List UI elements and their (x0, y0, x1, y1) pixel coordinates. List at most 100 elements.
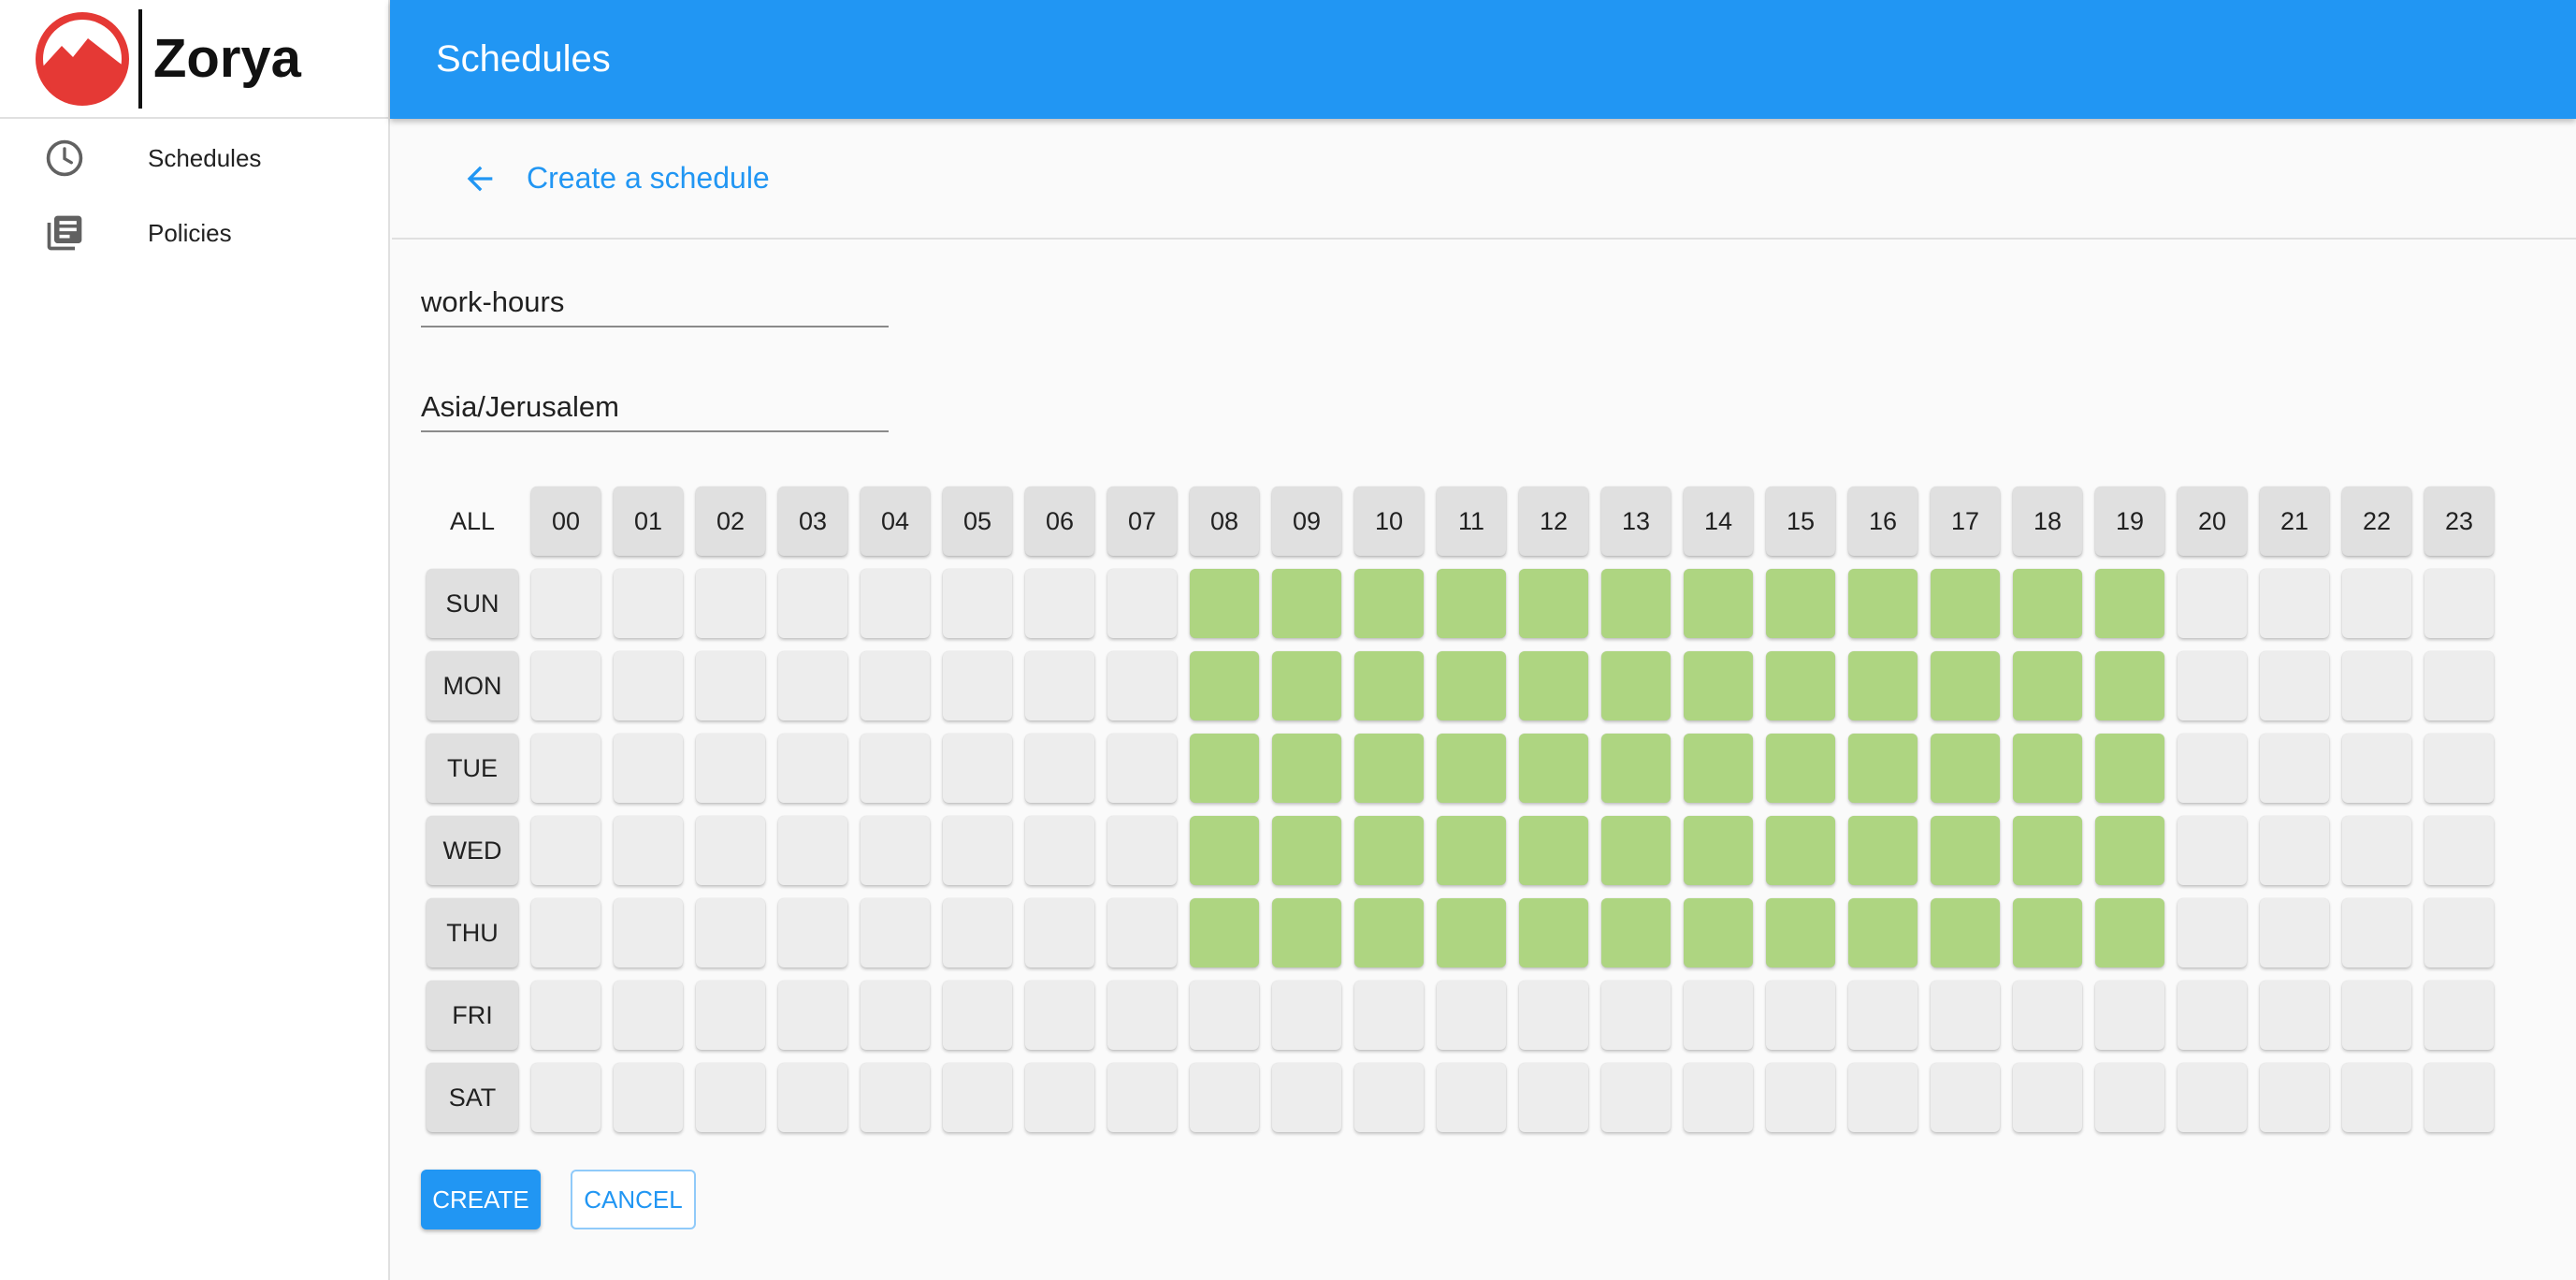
schedule-cell-mon-13-active[interactable] (1601, 651, 1671, 720)
schedule-cell-wed-13-active[interactable] (1601, 816, 1671, 885)
schedule-cell-sun-13-active[interactable] (1601, 569, 1671, 638)
hour-button-03[interactable]: 03 (778, 487, 847, 556)
timezone-input[interactable] (421, 384, 889, 430)
schedule-cell-tue-06-inactive[interactable] (1025, 734, 1094, 803)
hour-button-09[interactable]: 09 (1272, 487, 1341, 556)
schedule-cell-sun-10-active[interactable] (1354, 569, 1424, 638)
schedule-cell-fri-18-inactive[interactable] (2013, 981, 2082, 1050)
schedule-cell-thu-06-inactive[interactable] (1025, 898, 1094, 967)
schedule-cell-mon-06-inactive[interactable] (1025, 651, 1094, 720)
schedule-cell-wed-02-inactive[interactable] (696, 816, 765, 885)
schedule-cell-tue-14-active[interactable] (1684, 734, 1753, 803)
hour-button-06[interactable]: 06 (1025, 487, 1094, 556)
schedule-cell-sun-07-inactive[interactable] (1107, 569, 1177, 638)
schedule-cell-thu-10-active[interactable] (1354, 898, 1424, 967)
schedule-cell-sun-04-inactive[interactable] (861, 569, 930, 638)
schedule-cell-sat-08-inactive[interactable] (1190, 1063, 1259, 1132)
schedule-cell-thu-00-inactive[interactable] (531, 898, 601, 967)
schedule-cell-wed-14-active[interactable] (1684, 816, 1753, 885)
schedule-cell-wed-07-inactive[interactable] (1107, 816, 1177, 885)
schedule-cell-wed-23-inactive[interactable] (2424, 816, 2494, 885)
schedule-cell-mon-10-active[interactable] (1354, 651, 1424, 720)
sidebar-item-policies[interactable]: Policies (0, 196, 388, 270)
schedule-cell-tue-13-active[interactable] (1601, 734, 1671, 803)
day-button-fri[interactable]: FRI (427, 981, 518, 1050)
hour-button-11[interactable]: 11 (1437, 487, 1506, 556)
schedule-cell-fri-12-inactive[interactable] (1519, 981, 1588, 1050)
create-button[interactable]: CREATE (421, 1170, 541, 1229)
hour-button-22[interactable]: 22 (2342, 487, 2411, 556)
schedule-cell-mon-03-inactive[interactable] (778, 651, 847, 720)
hour-button-14[interactable]: 14 (1684, 487, 1753, 556)
schedule-cell-thu-11-active[interactable] (1437, 898, 1506, 967)
hour-button-21[interactable]: 21 (2260, 487, 2329, 556)
schedule-cell-mon-02-inactive[interactable] (696, 651, 765, 720)
schedule-cell-fri-10-inactive[interactable] (1354, 981, 1424, 1050)
schedule-cell-wed-20-inactive[interactable] (2178, 816, 2247, 885)
hour-button-13[interactable]: 13 (1601, 487, 1671, 556)
schedule-cell-sat-06-inactive[interactable] (1025, 1063, 1094, 1132)
schedule-cell-mon-14-active[interactable] (1684, 651, 1753, 720)
schedule-cell-wed-06-inactive[interactable] (1025, 816, 1094, 885)
schedule-cell-sun-19-active[interactable] (2095, 569, 2164, 638)
schedule-cell-mon-22-inactive[interactable] (2342, 651, 2411, 720)
schedule-cell-mon-08-active[interactable] (1190, 651, 1259, 720)
schedule-cell-thu-05-inactive[interactable] (943, 898, 1012, 967)
schedule-cell-fri-05-inactive[interactable] (943, 981, 1012, 1050)
day-button-wed[interactable]: WED (427, 816, 518, 885)
schedule-cell-tue-12-active[interactable] (1519, 734, 1588, 803)
schedule-cell-tue-17-active[interactable] (1931, 734, 2000, 803)
hour-button-18[interactable]: 18 (2013, 487, 2082, 556)
schedule-cell-sat-14-inactive[interactable] (1684, 1063, 1753, 1132)
schedule-cell-sat-20-inactive[interactable] (2178, 1063, 2247, 1132)
day-button-sat[interactable]: SAT (427, 1063, 518, 1132)
schedule-cell-thu-17-active[interactable] (1931, 898, 2000, 967)
schedule-cell-tue-23-inactive[interactable] (2424, 734, 2494, 803)
schedule-cell-sat-01-inactive[interactable] (614, 1063, 683, 1132)
schedule-cell-tue-01-inactive[interactable] (614, 734, 683, 803)
schedule-cell-sun-09-active[interactable] (1272, 569, 1341, 638)
schedule-cell-mon-20-inactive[interactable] (2178, 651, 2247, 720)
schedule-cell-thu-12-active[interactable] (1519, 898, 1588, 967)
schedule-cell-fri-03-inactive[interactable] (778, 981, 847, 1050)
schedule-cell-sat-05-inactive[interactable] (943, 1063, 1012, 1132)
schedule-cell-wed-10-active[interactable] (1354, 816, 1424, 885)
schedule-cell-tue-16-active[interactable] (1848, 734, 1918, 803)
schedule-cell-sat-16-inactive[interactable] (1848, 1063, 1918, 1132)
schedule-cell-thu-01-inactive[interactable] (614, 898, 683, 967)
schedule-cell-fri-13-inactive[interactable] (1601, 981, 1671, 1050)
schedule-cell-wed-05-inactive[interactable] (943, 816, 1012, 885)
schedule-cell-sat-09-inactive[interactable] (1272, 1063, 1341, 1132)
schedule-cell-fri-09-inactive[interactable] (1272, 981, 1341, 1050)
hour-button-16[interactable]: 16 (1848, 487, 1918, 556)
schedule-cell-wed-08-active[interactable] (1190, 816, 1259, 885)
schedule-cell-sat-04-inactive[interactable] (861, 1063, 930, 1132)
schedule-cell-tue-07-inactive[interactable] (1107, 734, 1177, 803)
schedule-cell-tue-09-active[interactable] (1272, 734, 1341, 803)
schedule-cell-thu-15-active[interactable] (1766, 898, 1835, 967)
schedule-cell-tue-15-active[interactable] (1766, 734, 1835, 803)
hour-button-10[interactable]: 10 (1354, 487, 1424, 556)
schedule-cell-sun-15-active[interactable] (1766, 569, 1835, 638)
schedule-cell-fri-01-inactive[interactable] (614, 981, 683, 1050)
schedule-cell-thu-20-inactive[interactable] (2178, 898, 2247, 967)
schedule-name-input[interactable] (421, 279, 889, 326)
schedule-cell-sat-17-inactive[interactable] (1931, 1063, 2000, 1132)
schedule-cell-sun-22-inactive[interactable] (2342, 569, 2411, 638)
schedule-cell-sat-23-inactive[interactable] (2424, 1063, 2494, 1132)
schedule-cell-thu-09-active[interactable] (1272, 898, 1341, 967)
schedule-cell-mon-19-active[interactable] (2095, 651, 2164, 720)
schedule-cell-thu-14-active[interactable] (1684, 898, 1753, 967)
schedule-cell-sat-11-inactive[interactable] (1437, 1063, 1506, 1132)
schedule-cell-wed-22-inactive[interactable] (2342, 816, 2411, 885)
sidebar-item-schedules[interactable]: Schedules (0, 121, 388, 196)
schedule-cell-tue-18-active[interactable] (2013, 734, 2082, 803)
day-button-sun[interactable]: SUN (427, 569, 518, 638)
schedule-cell-wed-09-active[interactable] (1272, 816, 1341, 885)
hour-button-17[interactable]: 17 (1931, 487, 2000, 556)
schedule-cell-mon-11-active[interactable] (1437, 651, 1506, 720)
schedule-cell-mon-12-active[interactable] (1519, 651, 1588, 720)
schedule-cell-wed-12-active[interactable] (1519, 816, 1588, 885)
schedule-cell-sat-02-inactive[interactable] (696, 1063, 765, 1132)
schedule-cell-sun-11-active[interactable] (1437, 569, 1506, 638)
